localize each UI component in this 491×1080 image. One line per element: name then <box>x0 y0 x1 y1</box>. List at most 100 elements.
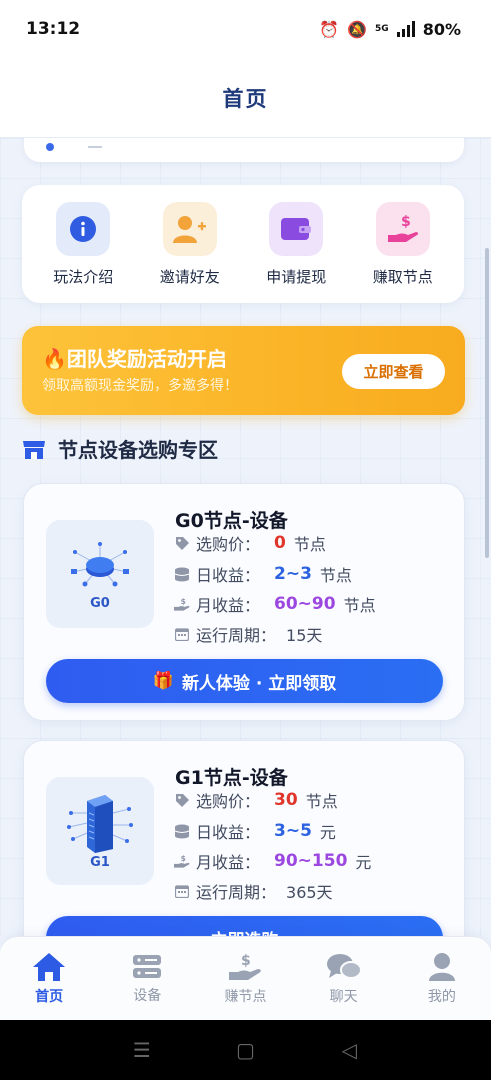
hand-dollar-icon: $ <box>174 853 190 869</box>
daily-income-unit: 元 <box>319 823 336 842</box>
page-title: 首页 <box>222 86 269 111</box>
monthly-income-label: 月收益： <box>196 853 261 872</box>
quick-actions-card: 玩法介绍 邀请好友 申请提现 $ 赚取节点 <box>22 185 464 303</box>
network-label: 5G <box>375 23 389 34</box>
period-value: 365天 <box>286 883 333 902</box>
tag-icon <box>174 792 190 808</box>
calendar-icon <box>174 626 190 642</box>
claim-trial-button[interactable]: 🎁 新人体验 · 立即领取 <box>46 659 443 703</box>
calendar-icon <box>174 883 190 899</box>
buy-now-button-label: 立即选购 <box>211 926 279 937</box>
quick-action-withdraw[interactable]: 申请提现 <box>246 201 346 287</box>
price-label: 选购价： <box>196 792 261 811</box>
quick-action-label: 邀请好友 <box>159 267 220 286</box>
daily-income-value: 2~3 <box>274 564 312 584</box>
wallet-icon <box>269 201 324 256</box>
buy-now-button[interactable]: 立即选购 <box>46 916 443 936</box>
bullet-icon <box>46 143 54 151</box>
nav-label: 首页 <box>35 988 64 1005</box>
price-row: 选购价： 30 节点 <box>174 788 338 812</box>
daily-income-row: 日收益： 3~5 元 <box>174 819 336 843</box>
user-icon <box>428 952 455 981</box>
device-card-g0: G0 G0节点-设备 选购价： 0 节点 日收益： 2~3 节点 $ 月收益： … <box>23 483 465 721</box>
device-image: G0 <box>46 520 154 628</box>
monthly-income-label: 月收益： <box>196 596 261 615</box>
status-bar: 13:12 ⏰ 🔕 5G 80% <box>0 0 491 58</box>
nav-item-earn[interactable]: $ 赚节点 <box>200 952 290 1006</box>
home-icon <box>33 952 66 981</box>
app-header: 首页 <box>0 58 491 138</box>
device-image-label: G1 <box>90 854 110 870</box>
period-row: 运行周期： 365天 <box>174 879 333 903</box>
view-now-button[interactable]: 立即查看 <box>342 354 445 389</box>
period-row: 运行周期： 15天 <box>174 622 322 646</box>
signal-icon <box>396 21 415 37</box>
section-header: 节点设备选购专区 <box>22 434 218 463</box>
period-label: 运行周期： <box>196 883 277 902</box>
daily-income-row: 日收益： 2~3 节点 <box>174 562 352 586</box>
nav-label: 我的 <box>427 988 456 1005</box>
coins-icon <box>174 566 190 582</box>
daily-income-unit: 节点 <box>319 566 352 585</box>
price-value: 0 <box>274 533 286 553</box>
svg-text:$: $ <box>181 597 186 606</box>
price-unit: 节点 <box>293 535 326 554</box>
previous-card-fragment <box>24 138 464 162</box>
mute-icon: 🔕 <box>347 19 368 39</box>
section-title: 节点设备选购专区 <box>58 438 218 462</box>
hand-dollar-icon: $ <box>229 953 262 980</box>
chat-icon <box>326 953 362 979</box>
divider <box>88 146 102 148</box>
node-network-icon <box>71 541 129 586</box>
price-row: 选购价： 0 节点 <box>174 531 326 555</box>
battery-level: 80% <box>422 19 461 39</box>
hand-dollar-icon: $ <box>375 201 430 256</box>
device-icon <box>133 954 162 978</box>
device-name: G0节点-设备 <box>175 510 288 532</box>
promo-banner[interactable]: 🔥团队奖励活动开启 领取高额现金奖励，多邀多得！ 立即查看 <box>22 326 465 415</box>
device-card-g1: G1 G1节点-设备 选购价： 30 节点 日收益： 3~5 元 $ 月收益： … <box>23 740 465 936</box>
system-nav-bar: ☰ ▢ ◁ <box>0 1020 491 1080</box>
quick-action-rules[interactable]: 玩法介绍 <box>33 201 133 287</box>
store-icon <box>23 440 45 459</box>
nav-item-home[interactable]: 首页 <box>4 952 94 1006</box>
price-label: 选购价： <box>196 535 261 554</box>
period-value: 15天 <box>286 626 323 645</box>
tag-icon <box>174 535 190 551</box>
monthly-income-row: $ 月收益： 60~90 节点 <box>174 592 376 616</box>
device-name: G1节点-设备 <box>175 767 288 789</box>
scrollbar[interactable] <box>485 248 489 558</box>
quick-action-invite[interactable]: 邀请好友 <box>140 201 240 287</box>
nav-item-devices[interactable]: 设备 <box>102 953 192 1005</box>
status-icons: ⏰ 🔕 5G 80% <box>319 20 461 39</box>
back-icon[interactable]: ◁ <box>329 1038 369 1062</box>
price-unit: 节点 <box>305 792 338 811</box>
device-image-label: G0 <box>90 595 110 611</box>
daily-income-label: 日收益： <box>196 566 261 585</box>
bottom-nav: 首页 设备 $ 赚节点 聊天 我的 <box>0 936 491 1020</box>
monthly-income-unit: 节点 <box>343 596 376 615</box>
promo-title: 🔥团队奖励活动开启 <box>42 347 227 371</box>
monthly-income-value: 60~90 <box>274 594 336 614</box>
quick-action-label: 赚取节点 <box>372 267 433 286</box>
promo-subtitle: 领取高额现金奖励，多邀多得！ <box>42 378 238 394</box>
daily-income-label: 日收益： <box>196 823 261 842</box>
app-screen: 13:12 ⏰ 🔕 5G 80% 首页 玩法介绍 邀请好友 申请提现 $ 赚取节… <box>0 0 491 1080</box>
svg-text:$: $ <box>401 214 411 230</box>
quick-action-label: 玩法介绍 <box>53 267 114 286</box>
monthly-income-value: 90~150 <box>274 851 348 871</box>
main-content[interactable]: 玩法介绍 邀请好友 申请提现 $ 赚取节点 🔥团队奖励活动开启 领取高额现金奖励… <box>0 138 491 936</box>
price-value: 30 <box>274 790 298 810</box>
daily-income-value: 3~5 <box>274 821 312 841</box>
nav-item-chat[interactable]: 聊天 <box>299 952 389 1006</box>
nav-label: 聊天 <box>329 988 358 1005</box>
nav-item-profile[interactable]: 我的 <box>397 952 487 1006</box>
menu-icon[interactable]: ☰ <box>122 1038 162 1062</box>
server-icon <box>67 794 133 853</box>
coins-icon <box>174 823 190 839</box>
home-square-icon[interactable]: ▢ <box>225 1038 265 1062</box>
quick-action-earn[interactable]: $ 赚取节点 <box>353 201 453 287</box>
claim-trial-button-label: 新人体验 · 立即领取 <box>181 673 337 694</box>
device-image: G1 <box>46 777 154 885</box>
quick-action-label: 申请提现 <box>266 267 327 286</box>
